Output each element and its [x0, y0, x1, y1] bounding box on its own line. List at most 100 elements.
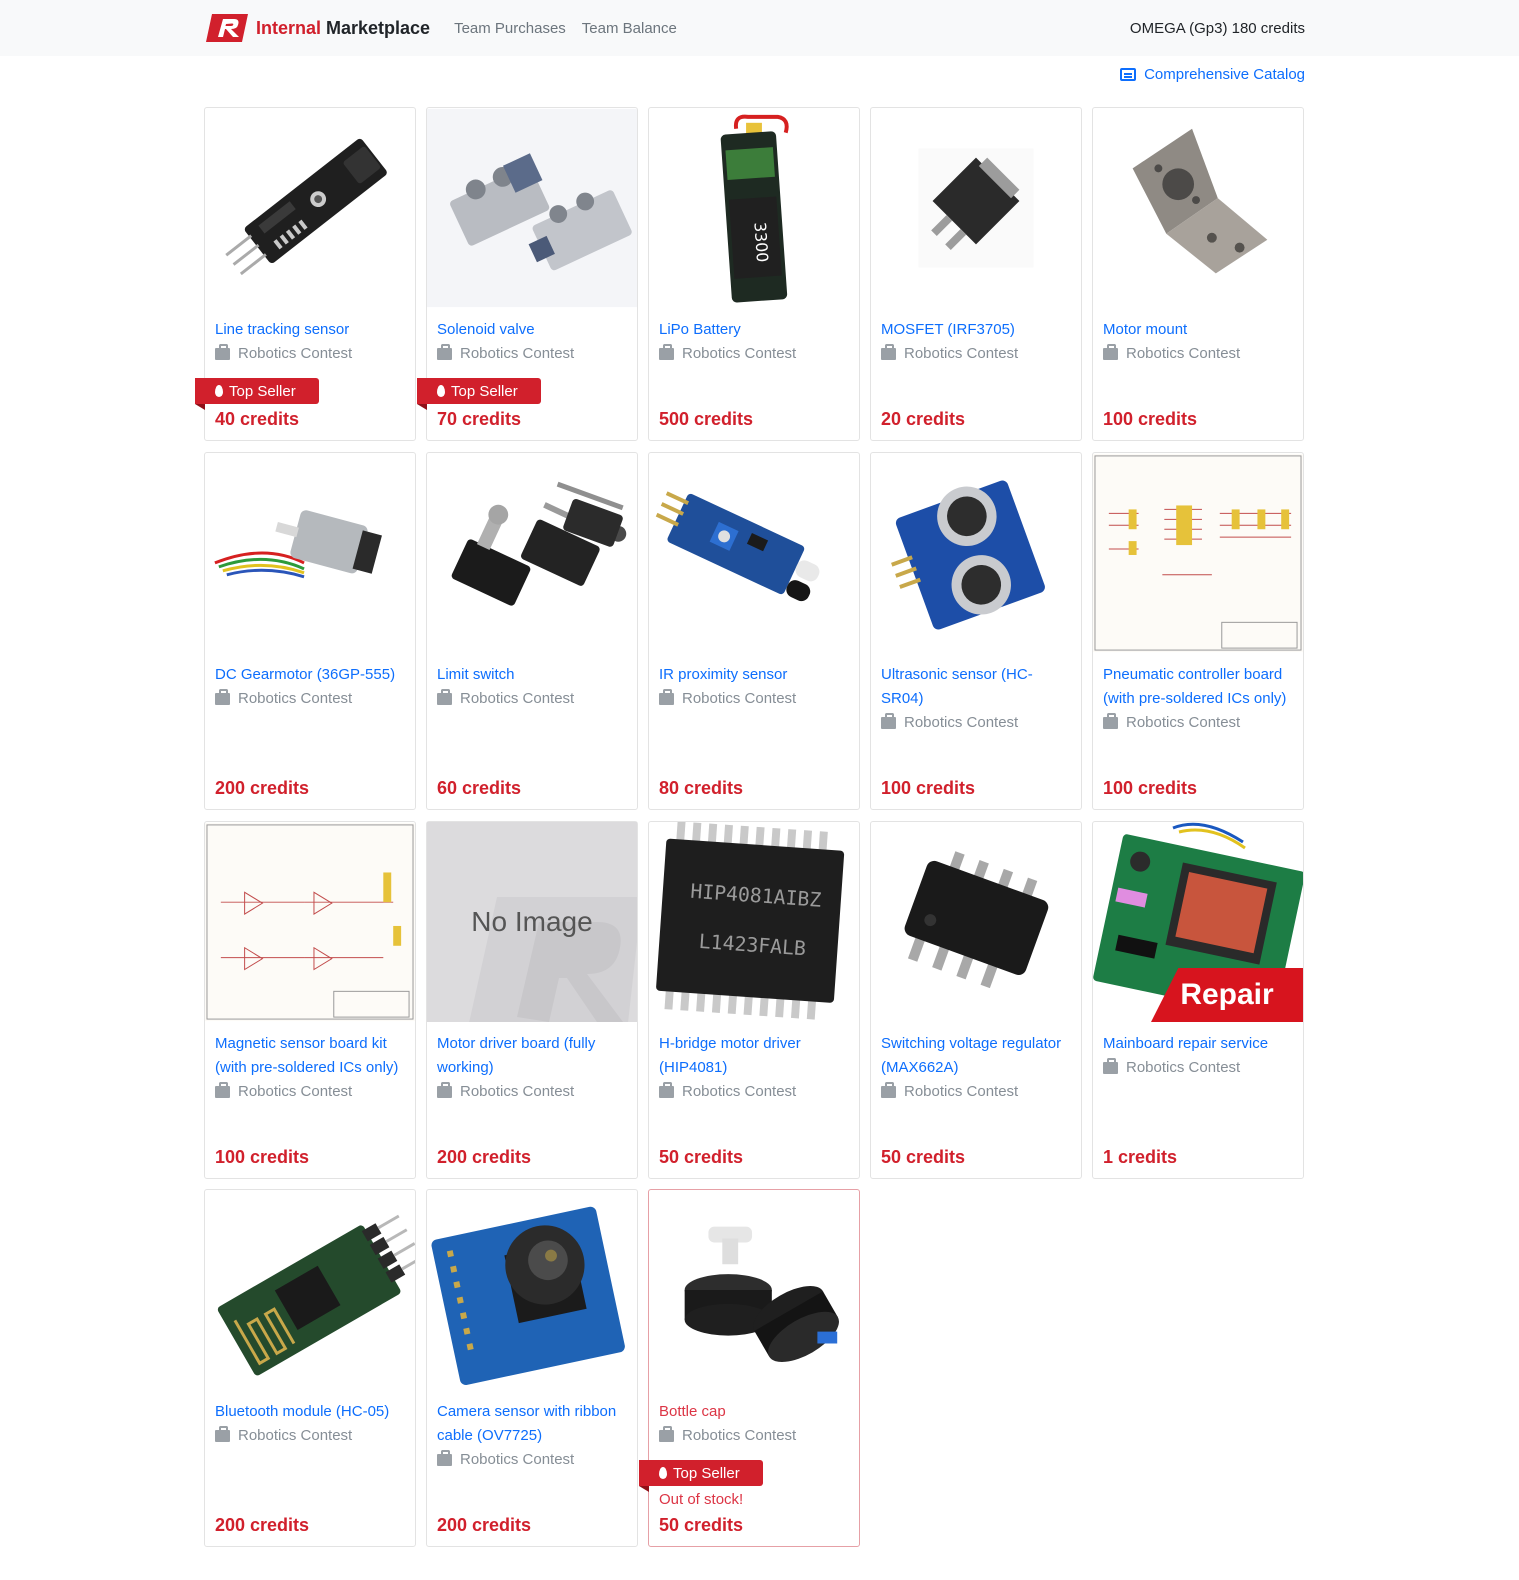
ultrasonic-sensor-image — [891, 480, 1045, 630]
product-title[interactable]: MOSFET (IRF3705) — [881, 318, 1071, 342]
product-category: Robotics Contest — [1103, 342, 1293, 366]
product-card-ir-proximity-sensor[interactable]: IR proximity sensor Robotics Contest 80 … — [648, 452, 860, 810]
product-image — [205, 108, 415, 308]
product-image — [427, 108, 637, 308]
product-category: Robotics Contest — [881, 711, 1071, 735]
product-title[interactable]: Limit switch — [437, 663, 627, 687]
brand-logo-icon — [206, 14, 248, 42]
product-title[interactable]: Magnetic sensor board kit (with pre-sold… — [215, 1032, 405, 1080]
product-price: 200 credits — [215, 778, 310, 798]
product-title[interactable]: Mainboard repair service — [1103, 1032, 1293, 1056]
product-image — [649, 453, 859, 653]
product-category: Robotics Contest — [437, 687, 627, 711]
product-price: 500 credits — [659, 409, 754, 429]
product-category: Robotics Contest — [437, 1080, 627, 1104]
product-title[interactable]: LiPo Battery — [659, 318, 849, 342]
top-seller-ribbon: Top Seller — [639, 1460, 763, 1492]
product-category: Robotics Contest — [659, 1080, 849, 1104]
product-title[interactable]: Solenoid valve — [437, 318, 627, 342]
product-card-lipo-battery[interactable]: 3300 LiPo Battery Robotics Contest 500 c… — [648, 107, 860, 441]
product-image — [427, 1190, 637, 1390]
product-title[interactable]: Bluetooth module (HC-05) — [215, 1400, 405, 1424]
top-seller-ribbon: Top Seller — [195, 378, 319, 410]
product-title[interactable]: Pneumatic controller board (with pre-sol… — [1103, 663, 1293, 711]
product-card-mosfet[interactable]: MOSFET (IRF3705) Robotics Contest 20 cre… — [870, 107, 1082, 441]
shopping-bag-icon — [437, 1082, 452, 1098]
comprehensive-catalog-link[interactable]: Comprehensive Catalog — [1120, 66, 1305, 83]
hip4081-chip-image: HIP4081AIBZ L1423FALB — [656, 822, 845, 1020]
product-card-ultrasonic-sensor[interactable]: Ultrasonic sensor (HC-SR04) Robotics Con… — [870, 452, 1082, 810]
brand-link[interactable]: Internal Marketplace — [204, 12, 430, 44]
schematic-image — [1093, 453, 1303, 653]
product-card-magnetic-sensor-board-kit[interactable]: Magnetic sensor board kit (with pre-sold… — [204, 821, 416, 1179]
product-category: Robotics Contest — [215, 687, 405, 711]
navbar: Internal Marketplace Team Purchases Team… — [0, 0, 1519, 56]
product-card-camera-sensor[interactable]: Camera sensor with ribbon cable (OV7725)… — [426, 1189, 638, 1547]
product-image — [205, 453, 415, 653]
product-title[interactable]: Ultrasonic sensor (HC-SR04) — [881, 663, 1071, 711]
product-title[interactable]: IR proximity sensor — [659, 663, 849, 687]
product-card-h-bridge-motor-driver[interactable]: HIP4081AIBZ L1423FALB H-bridge motor dri… — [648, 821, 860, 1179]
nav-team-balance[interactable]: Team Balance — [582, 20, 677, 37]
product-image — [1093, 108, 1303, 308]
shopping-bag-icon — [437, 689, 452, 705]
top-seller-ribbon: Top Seller — [417, 378, 541, 410]
brand-name: Internal Marketplace — [256, 17, 431, 38]
motor-mount-image — [1132, 128, 1268, 274]
product-title[interactable]: DC Gearmotor (36GP-555) — [215, 663, 405, 687]
line-tracking-sensor-image — [225, 138, 387, 276]
product-image: 3300 — [649, 108, 859, 308]
product-category: Robotics Contest — [215, 1080, 405, 1104]
product-image — [871, 822, 1081, 1022]
svg-text:3300: 3300 — [750, 221, 772, 263]
product-category: Robotics Contest — [215, 342, 405, 366]
bluetooth-module-image — [217, 1214, 415, 1376]
product-price: 50 credits — [659, 1147, 744, 1167]
product-price: 100 credits — [881, 778, 976, 798]
nav-team-purchases[interactable]: Team Purchases — [454, 20, 566, 37]
product-title[interactable]: Motor mount — [1103, 318, 1293, 342]
product-title[interactable]: H-bridge motor driver (HIP4081) — [659, 1032, 849, 1080]
product-category: Robotics Contest — [1103, 711, 1293, 735]
shopping-bag-icon — [215, 1082, 230, 1098]
product-category: Robotics Contest — [1103, 1056, 1293, 1080]
product-card-dc-gearmotor[interactable]: DC Gearmotor (36GP-555) Robotics Contest… — [204, 452, 416, 810]
product-title[interactable]: Line tracking sensor — [215, 318, 405, 342]
team-credit-balance: OMEGA (Gp3) 180 credits — [1129, 19, 1305, 37]
product-category: Robotics Contest — [881, 342, 1071, 366]
product-card-limit-switch[interactable]: Limit switch Robotics Contest 60 credits — [426, 452, 638, 810]
product-title[interactable]: Camera sensor with ribbon cable (OV7725) — [437, 1400, 627, 1448]
product-price: 1 credits — [1103, 1147, 1178, 1167]
product-card-pneumatic-controller-board[interactable]: Pneumatic controller board (with pre-sol… — [1092, 452, 1304, 810]
product-image — [1093, 453, 1303, 653]
product-card-mainboard-repair-service[interactable]: Repair Mainboard repair service Robotics… — [1092, 821, 1304, 1179]
product-category: Robotics Contest — [659, 687, 849, 711]
product-card-switching-voltage-regulator[interactable]: Switching voltage regulator (MAX662A) Ro… — [870, 821, 1082, 1179]
product-card-solenoid-valve[interactable]: Solenoid valve Robotics Contest Top Sell… — [417, 107, 638, 441]
no-image-placeholder: No Image — [427, 822, 637, 1022]
product-price: 100 credits — [215, 1147, 310, 1167]
product-card-motor-mount[interactable]: Motor mount Robotics Contest 100 credits — [1092, 107, 1304, 441]
mosfet-image — [918, 148, 1034, 268]
product-title[interactable]: Switching voltage regulator (MAX662A) — [881, 1032, 1071, 1080]
shopping-bag-icon — [881, 713, 896, 729]
product-title[interactable]: Bottle cap — [659, 1400, 849, 1424]
product-price: 100 credits — [1103, 409, 1198, 429]
shopping-bag-icon — [659, 1082, 674, 1098]
flame-icon — [437, 385, 445, 397]
shopping-bag-icon — [659, 1426, 674, 1442]
product-image — [871, 108, 1081, 308]
product-card-line-tracking-sensor[interactable]: Line tracking sensor Robotics Contest To… — [195, 107, 416, 441]
product-card-bluetooth-module[interactable]: Bluetooth module (HC-05) Robotics Contes… — [204, 1189, 416, 1547]
product-category: Robotics Contest — [215, 1424, 405, 1448]
product-price: 20 credits — [881, 409, 966, 429]
shopping-bag-icon — [437, 1450, 452, 1466]
product-price: 50 credits — [881, 1147, 966, 1167]
product-price: 80 credits — [659, 778, 744, 798]
product-card-motor-driver-board[interactable]: No Image Motor driver board (fully worki… — [426, 821, 638, 1179]
limit-switch-image — [451, 481, 627, 606]
shopping-bag-icon — [659, 344, 674, 360]
product-price: 70 credits — [437, 409, 522, 429]
product-title[interactable]: Motor driver board (fully working) — [437, 1032, 627, 1080]
product-card-bottle-cap[interactable]: Bottle cap Robotics Contest Top Seller O… — [639, 1189, 860, 1547]
